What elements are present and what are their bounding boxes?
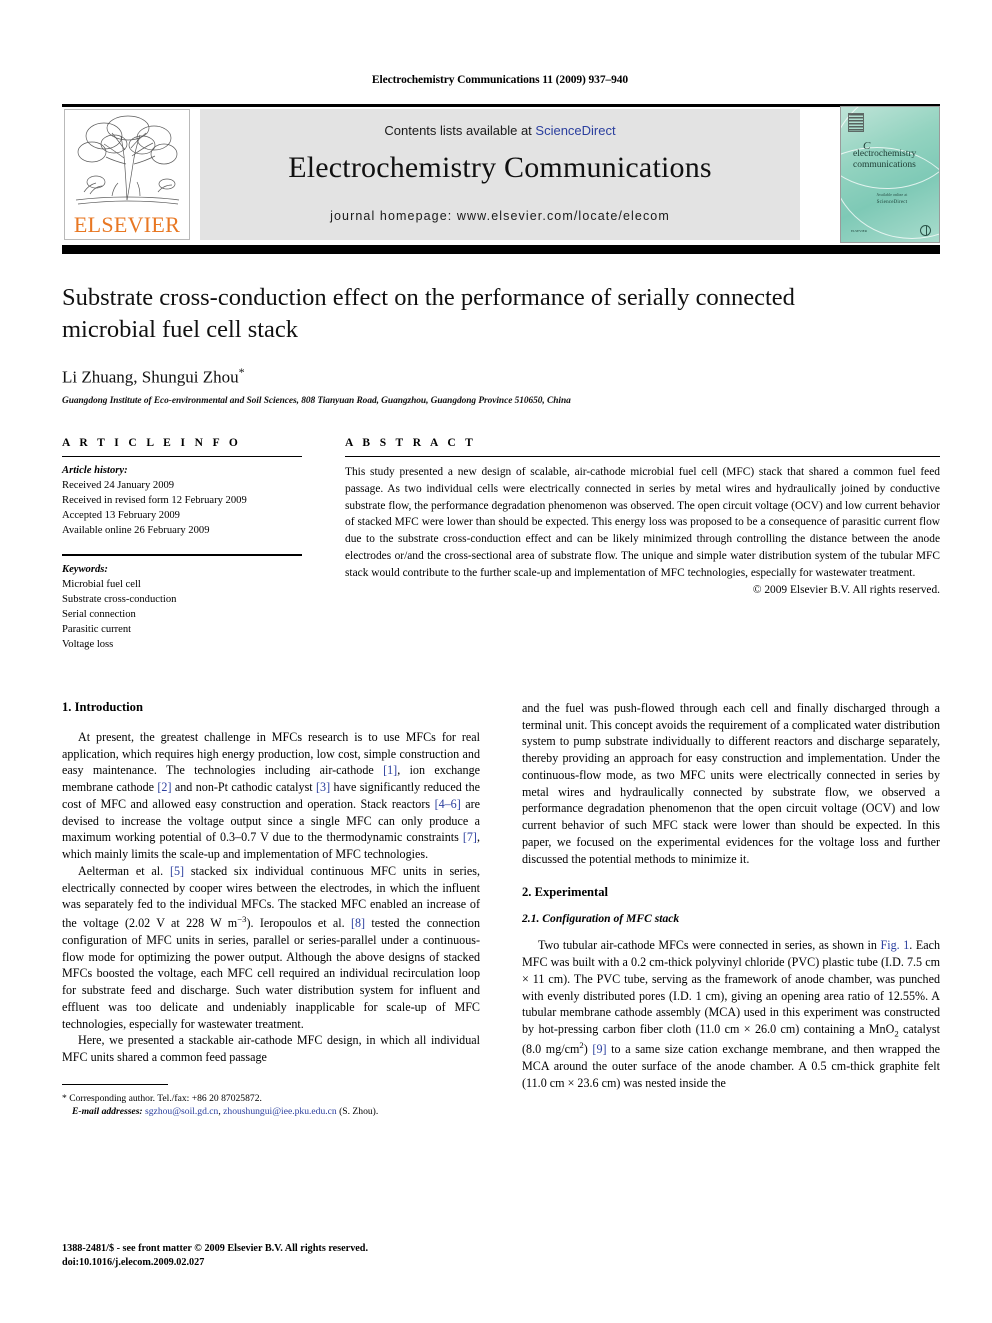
email-footnote: E-mail addresses: sgzhou@soil.gd.cn, zho…	[62, 1105, 480, 1119]
citation-ref[interactable]: [7]	[463, 830, 477, 844]
paper-page: Electrochemistry Communications 11 (2009…	[0, 0, 992, 1323]
cover-journal-title: electrochemistry communications	[853, 149, 933, 171]
intro-paragraph-2: Aelterman et al. [5] stacked six individ…	[62, 863, 480, 1032]
email-address-2[interactable]: zhoushungui@iee.pku.edu.cn	[223, 1106, 337, 1117]
elsevier-logo: ELSEVIER	[64, 109, 190, 240]
masthead-top-rule	[62, 104, 940, 107]
masthead-center-panel: Contents lists available at ScienceDirec…	[200, 109, 800, 240]
footnote-star: *	[62, 1092, 67, 1104]
running-head: Electrochemistry Communications 11 (2009…	[371, 74, 629, 86]
keywords-rule	[62, 554, 302, 556]
intro-p2-c: ). Ieropoulos et al.	[246, 916, 351, 931]
abstract-rule	[345, 456, 940, 458]
contents-prefix: Contents lists available at	[384, 123, 536, 138]
journal-masthead: ELSEVIER Contents lists available at Sci…	[62, 104, 940, 254]
page-footer: 1388-2481/$ - see front matter © 2009 El…	[62, 1242, 368, 1271]
exp-p1-b: . Each MFC was built with a 0.2 cm-thick…	[522, 938, 941, 1037]
keyword-item: Substrate cross-conduction	[62, 593, 177, 605]
cover-title-line1: electrochemistry	[853, 149, 917, 159]
article-info-column: A R T I C L E I N F O Article history: R…	[62, 437, 302, 652]
article-history-label: Article history:	[62, 465, 128, 477]
author-names: Li Zhuang, Shungui Zhou	[62, 367, 239, 387]
cover-bottom-publisher: ELSEVIER	[851, 228, 868, 233]
abstract-copyright: © 2009 Elsevier B.V. All rights reserved…	[752, 583, 940, 596]
right-column: and the fuel was push-flowed through eac…	[522, 700, 940, 1092]
citation-ref[interactable]: [4–6]	[435, 797, 461, 811]
journal-cover-thumbnail: C electrochemistry communications Availa…	[840, 106, 940, 243]
article-info-rule	[62, 456, 302, 458]
intro-paragraph-1: At present, the greatest challenge in MF…	[62, 729, 480, 863]
article-history-group: Article history: Received 24 January 200…	[62, 463, 302, 538]
keyword-item: Microbial fuel cell	[62, 578, 141, 590]
page-title: Substrate cross-conduction effect on the…	[62, 284, 795, 344]
experimental-paragraph-1: Two tubular air-cathode MFCs were connec…	[522, 937, 940, 1091]
cover-elsevier-mark-icon	[848, 113, 864, 132]
elsevier-wordmark: ELSEVIER	[73, 212, 181, 237]
exp-p1-a: Two tubular air-cathode MFCs were connec…	[538, 938, 881, 953]
right-paragraph-1: and the fuel was push-flowed through eac…	[522, 701, 940, 866]
doi-line[interactable]: doi:10.1016/j.elecom.2009.02.027	[62, 1256, 368, 1270]
keyword-item: Voltage loss	[62, 638, 114, 650]
intro-p2-a: Aelterman et al.	[78, 863, 170, 878]
abstract-heading: A B S T R A C T	[345, 437, 477, 449]
history-item: Received in revised form 12 February 200…	[62, 495, 247, 507]
subsection-heading-configuration: 2.1. Configuration of MFC stack	[522, 912, 680, 926]
intro-p1-c: and non-Pt cathodic catalyst	[171, 780, 317, 795]
elsevier-tree-icon	[75, 115, 180, 205]
citation-ref[interactable]: [8]	[351, 916, 365, 930]
figure-ref[interactable]: Fig. 1	[881, 938, 910, 952]
citation-ref[interactable]: [9]	[592, 1043, 606, 1057]
keyword-item: Serial connection	[62, 608, 136, 620]
corresponding-author-marker: *	[238, 364, 245, 379]
footnote-corresponding-text: Corresponding author. Tel./fax: +86 20 8…	[69, 1092, 262, 1104]
keyword-item: Parasitic current	[62, 623, 132, 635]
info-abstract-region: A R T I C L E I N F O Article history: R…	[62, 437, 940, 667]
citation-ref[interactable]: [5]	[170, 864, 184, 878]
cover-bottom-row: ELSEVIER	[851, 225, 931, 236]
sciencedirect-link[interactable]: ScienceDirect	[535, 123, 615, 138]
cover-mid-available: Available online at	[876, 193, 908, 197]
cover-mid-caption: Available online at ScienceDirect	[859, 193, 925, 207]
cover-mid-brand: ScienceDirect	[876, 200, 908, 206]
history-item: Available online 26 February 2009	[62, 525, 210, 537]
corresponding-author-footnote: * Corresponding author. Tel./fax: +86 20…	[62, 1092, 480, 1106]
citation-ref[interactable]: [3]	[316, 780, 330, 794]
author-list: Li Zhuang, Shungui Zhou*	[62, 365, 882, 388]
history-item: Received 24 January 2009	[62, 480, 175, 492]
footnote-rule	[62, 1083, 168, 1085]
journal-homepage-link[interactable]: journal homepage: www.elsevier.com/locat…	[200, 209, 800, 223]
citation-ref[interactable]: [1]	[383, 763, 397, 777]
section-heading-introduction: 1. Introduction	[62, 700, 143, 714]
article-info-heading: A R T I C L E I N F O	[62, 437, 242, 449]
history-item: Accepted 13 February 2009	[62, 510, 180, 522]
issn-line: 1388-2481/$ - see front matter © 2009 El…	[62, 1243, 369, 1254]
abstract-column: A B S T R A C T This study presented a n…	[345, 437, 940, 596]
email-suffix: (S. Zhou).	[336, 1106, 379, 1118]
intro-p2-d: tested the connection configuration of M…	[62, 916, 480, 1031]
masthead-bottom-bar	[62, 245, 940, 254]
journal-title: Electrochemistry Communications	[288, 151, 712, 184]
keywords-label: Keywords:	[62, 563, 108, 575]
affiliation: Guangdong Institute of Eco-environmental…	[62, 396, 571, 407]
keywords-group: Keywords: Microbial fuel cell Substrate …	[62, 562, 302, 652]
cover-title-line2: communications	[853, 159, 916, 170]
globe-icon	[920, 225, 931, 236]
section-heading-experimental: 2. Experimental	[522, 885, 609, 900]
citation-ref[interactable]: [2]	[157, 780, 171, 794]
email-address-1[interactable]: sgzhou@soil.gd.cn	[145, 1106, 218, 1117]
contents-available-line: Contents lists available at ScienceDirec…	[200, 123, 800, 138]
email-label: E-mail addresses:	[72, 1106, 143, 1118]
title-block: Substrate cross-conduction effect on the…	[62, 282, 882, 406]
intro-paragraph-3: Here, we presented a stackable air-catho…	[62, 1033, 480, 1064]
left-column: 1. Introduction At present, the greatest…	[62, 700, 480, 1119]
abstract-text: This study presented a new design of sca…	[345, 466, 940, 579]
